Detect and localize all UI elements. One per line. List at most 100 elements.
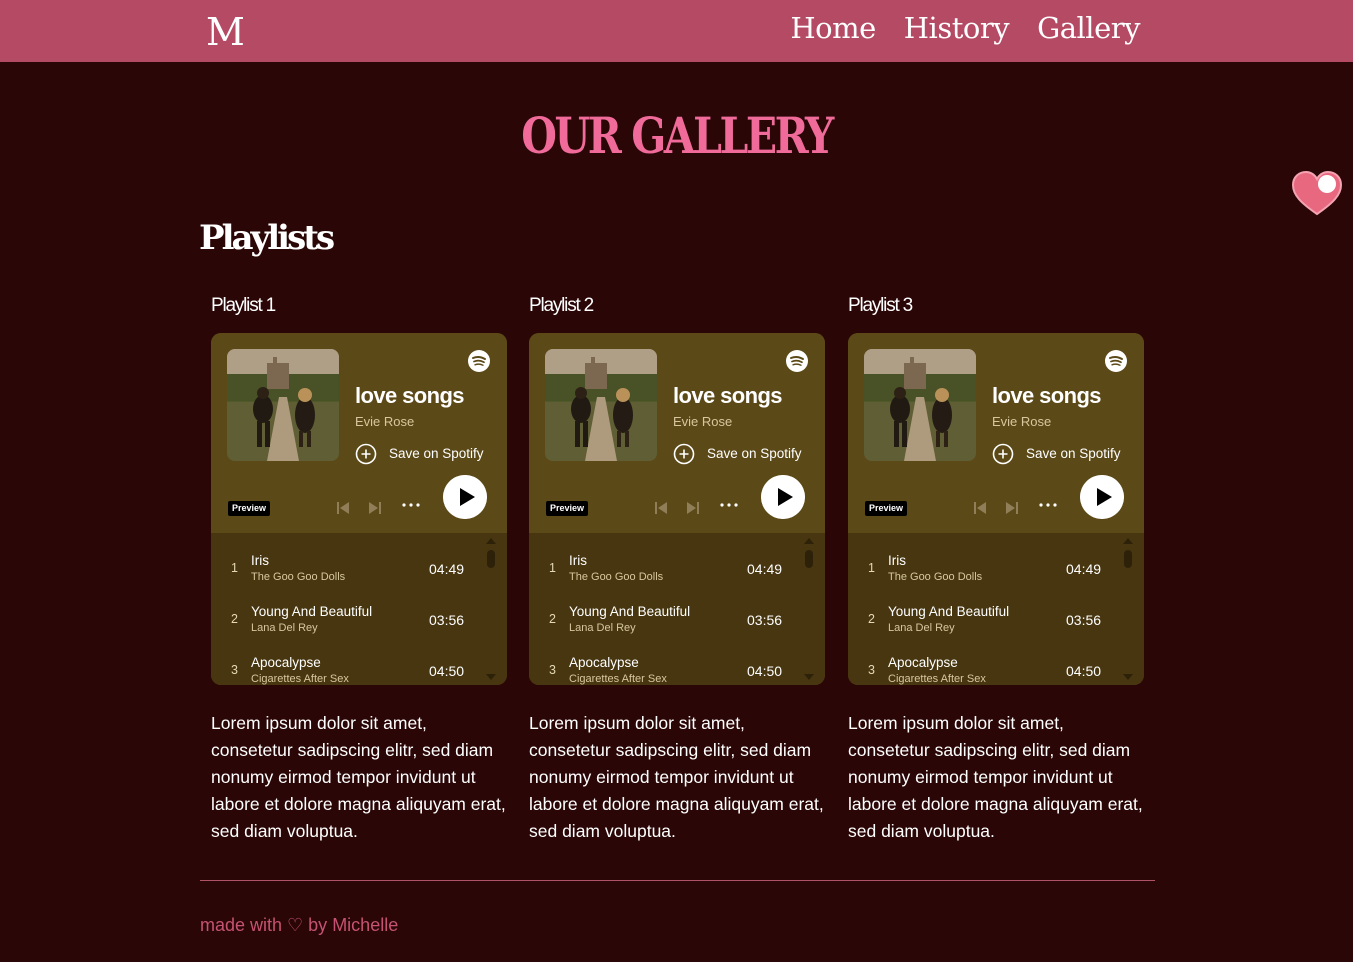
heart-icon[interactable] (1291, 170, 1343, 216)
track-row[interactable]: 1 Iris The Goo Goo Dolls 04:49 (848, 547, 1128, 587)
previous-icon[interactable] (335, 500, 351, 516)
track-artist[interactable]: Lana Del Rey (888, 622, 955, 635)
playlist-label: Playlist 2 (529, 295, 594, 316)
track-row[interactable]: 3 Apocalypse Cigarettes After Sex 04:50 (211, 649, 491, 685)
track-artist[interactable]: The Goo Goo Dolls (569, 571, 663, 584)
save-on-spotify-button[interactable]: Save on Spotify (355, 443, 484, 465)
save-on-spotify-button[interactable]: Save on Spotify (673, 443, 802, 465)
playlist-column: Playlist 1 love songs Evie Rose Save on … (211, 292, 507, 845)
previous-icon[interactable] (653, 500, 669, 516)
play-icon[interactable] (443, 475, 487, 519)
track-title: Apocalypse (251, 655, 321, 670)
track-row[interactable]: 2 Young And Beautiful Lana Del Rey 03:56 (848, 598, 1128, 638)
track-list[interactable]: 1 Iris The Goo Goo Dolls 04:49 2 Young A… (211, 533, 507, 685)
preview-badge: Preview (228, 501, 271, 516)
playlist-label: Playlist 3 (848, 295, 913, 316)
track-number: 3 (231, 663, 238, 677)
track-number: 1 (549, 561, 556, 575)
track-row[interactable]: 3 Apocalypse Cigarettes After Sex 04:50 (529, 649, 809, 685)
track-list[interactable]: 1 Iris The Goo Goo Dolls 04:49 2 Young A… (848, 533, 1144, 685)
embed-header: love songs Evie Rose Save on Spotify Pre… (529, 333, 825, 533)
track-artist[interactable]: The Goo Goo Dolls (888, 571, 982, 584)
track-row[interactable]: 1 Iris The Goo Goo Dolls 04:49 (529, 547, 809, 587)
more-icon[interactable] (719, 500, 739, 510)
scrollbar-thumb[interactable] (487, 550, 495, 568)
spotify-icon[interactable] (1105, 350, 1127, 372)
track-title: Iris (251, 553, 269, 568)
scroll-up-icon[interactable] (804, 538, 814, 544)
playlist-description: Lorem ipsum dolor sit amet, consetetur s… (529, 713, 824, 841)
spotify-embed[interactable]: love songs Evie Rose Save on Spotify Pre… (211, 333, 507, 685)
footer-credit: made with ♡ by Michelle (200, 915, 399, 935)
track-list[interactable]: 1 Iris The Goo Goo Dolls 04:49 2 Young A… (529, 533, 825, 685)
track-artist[interactable]: Cigarettes After Sex (569, 673, 667, 685)
playlist-owner[interactable]: Evie Rose (355, 414, 414, 430)
playlist-owner[interactable]: Evie Rose (992, 414, 1051, 430)
embed-header: love songs Evie Rose Save on Spotify Pre… (211, 333, 507, 533)
playlist-column: Playlist 3 love songs Evie Rose Save on … (848, 292, 1144, 845)
scrollbar-thumb[interactable] (1124, 550, 1132, 568)
track-row[interactable]: 1 Iris The Goo Goo Dolls 04:49 (211, 547, 491, 587)
scrollbar-thumb[interactable] (805, 550, 813, 568)
nav-gallery-link[interactable]: Gallery (1037, 8, 1140, 48)
track-artist[interactable]: Lana Del Rey (569, 622, 636, 635)
preview-badge: Preview (865, 501, 908, 516)
playlist-name[interactable]: love songs (673, 382, 783, 410)
play-icon[interactable] (761, 475, 805, 519)
track-title: Young And Beautiful (888, 604, 1010, 619)
playlist-name[interactable]: love songs (355, 382, 465, 410)
scroll-down-icon[interactable] (486, 674, 496, 680)
nav-history-link[interactable]: History (904, 8, 1010, 48)
spotify-embed[interactable]: love songs Evie Rose Save on Spotify Pre… (848, 333, 1144, 685)
spotify-icon[interactable] (786, 350, 808, 372)
track-artist[interactable]: The Goo Goo Dolls (251, 571, 345, 584)
save-on-spotify-button[interactable]: Save on Spotify (992, 443, 1121, 465)
track-artist[interactable]: Cigarettes After Sex (251, 673, 349, 685)
playlist-name[interactable]: love songs (992, 382, 1102, 410)
track-title: Iris (888, 553, 906, 568)
next-icon[interactable] (1004, 500, 1020, 516)
spotify-embed[interactable]: love songs Evie Rose Save on Spotify Pre… (529, 333, 825, 685)
track-row[interactable]: 3 Apocalypse Cigarettes After Sex 04:50 (848, 649, 1128, 685)
scroll-down-icon[interactable] (804, 674, 814, 680)
nav-home-link[interactable]: Home (790, 8, 876, 48)
previous-icon[interactable] (972, 500, 988, 516)
track-number: 2 (549, 612, 556, 626)
page-title: OUR GALLERY (521, 106, 834, 165)
playlist-owner[interactable]: Evie Rose (673, 414, 732, 430)
track-number: 3 (868, 663, 875, 677)
more-icon[interactable] (401, 500, 421, 510)
preview-badge: Preview (546, 501, 589, 516)
scroll-up-icon[interactable] (486, 538, 496, 544)
save-label: Save on Spotify (389, 446, 484, 461)
track-duration: 03:56 (1066, 612, 1102, 628)
playlist-cover-image[interactable] (227, 349, 339, 461)
playlist-description: Lorem ipsum dolor sit amet, consetetur s… (848, 713, 1143, 841)
playlist-description: Lorem ipsum dolor sit amet, consetetur s… (211, 713, 506, 841)
track-duration: 04:50 (429, 663, 465, 679)
play-icon[interactable] (1080, 475, 1124, 519)
track-number: 2 (231, 612, 238, 626)
track-duration: 03:56 (429, 612, 465, 628)
track-artist[interactable]: Cigarettes After Sex (888, 673, 986, 685)
track-row[interactable]: 2 Young And Beautiful Lana Del Rey 03:56 (529, 598, 809, 638)
playlists-heading: Playlists (199, 218, 335, 258)
next-icon[interactable] (367, 500, 383, 516)
next-icon[interactable] (685, 500, 701, 516)
save-label: Save on Spotify (1026, 446, 1121, 461)
scroll-down-icon[interactable] (1123, 674, 1133, 680)
more-icon[interactable] (1038, 500, 1058, 510)
track-duration: 04:50 (1066, 663, 1102, 679)
playlist-cover-image[interactable] (864, 349, 976, 461)
scroll-up-icon[interactable] (1123, 538, 1133, 544)
footer-divider (200, 880, 1155, 881)
track-duration: 04:49 (747, 561, 783, 577)
track-row[interactable]: 2 Young And Beautiful Lana Del Rey 03:56 (211, 598, 491, 638)
track-title: Young And Beautiful (251, 604, 373, 619)
site-logo[interactable]: M (206, 12, 245, 52)
spotify-icon[interactable] (468, 350, 490, 372)
track-title: Apocalypse (888, 655, 958, 670)
playlist-cover-image[interactable] (545, 349, 657, 461)
track-duration: 04:49 (1066, 561, 1102, 577)
track-artist[interactable]: Lana Del Rey (251, 622, 318, 635)
